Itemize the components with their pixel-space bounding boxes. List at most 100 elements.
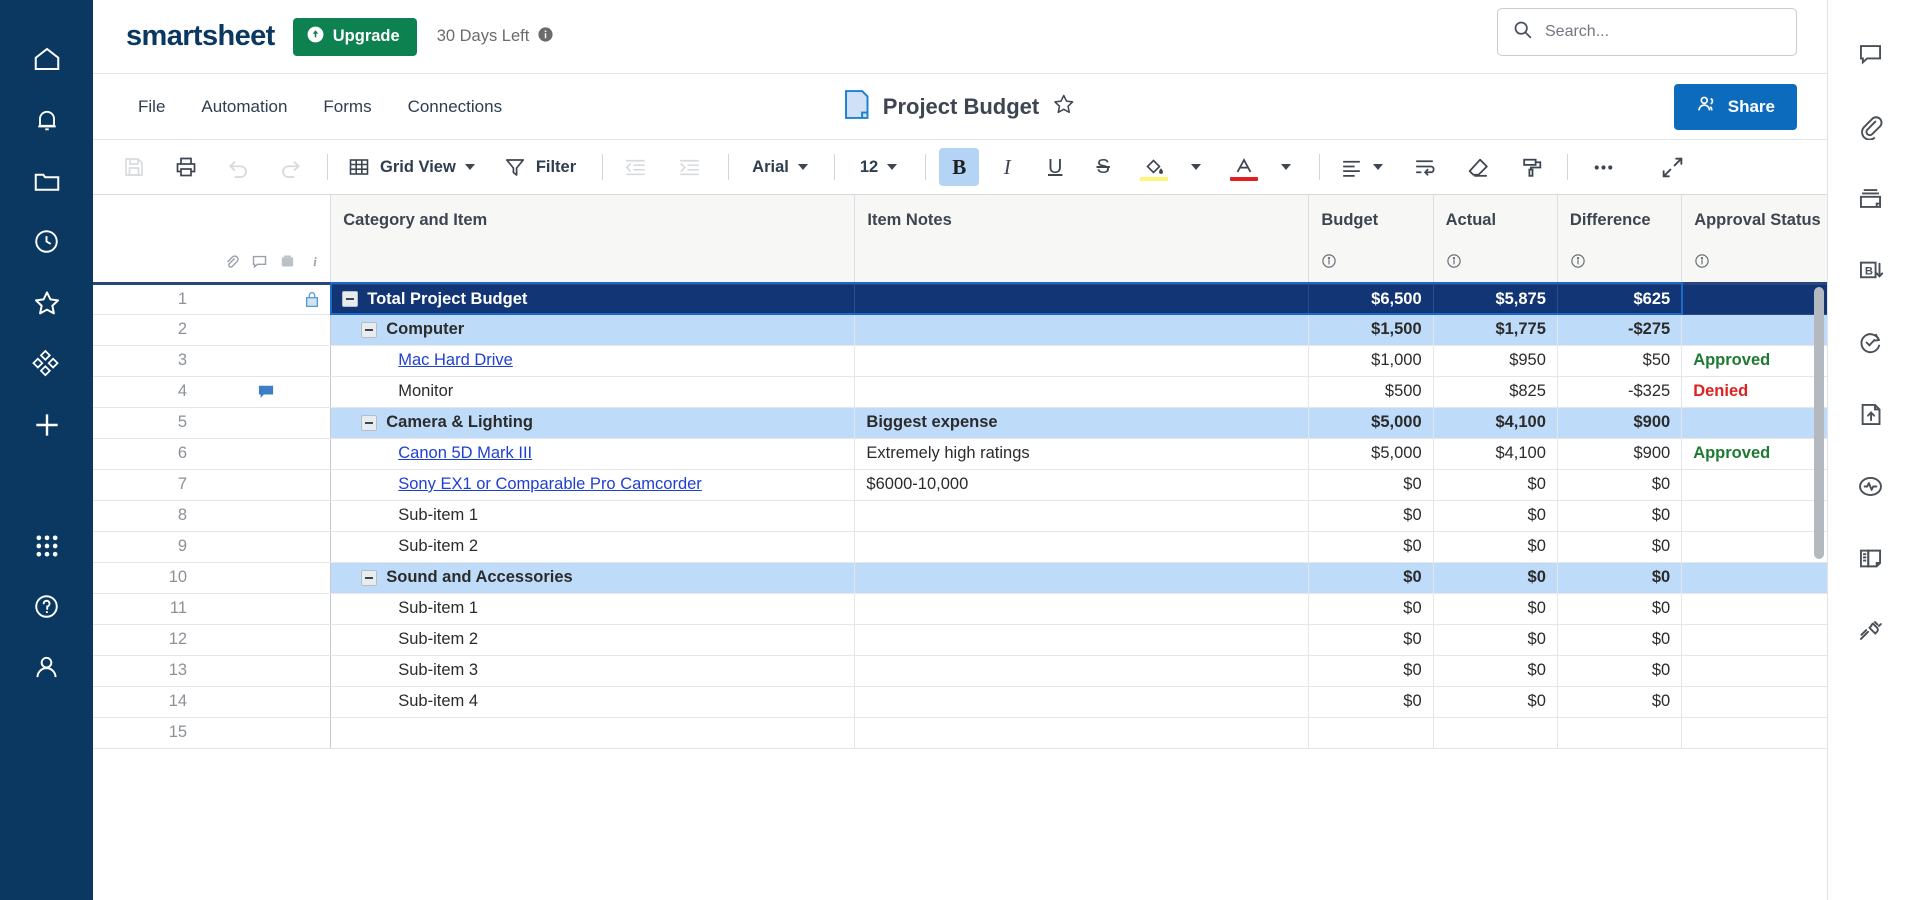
bold-button[interactable]: B — [939, 148, 979, 186]
row-number-cell[interactable]: 8 — [93, 500, 201, 531]
grid-vertical-scrollbar[interactable] — [1814, 287, 1824, 559]
collapse-toggle-icon[interactable] — [342, 291, 358, 307]
column-header-notes[interactable]: Item Notes — [855, 195, 1309, 283]
approval-status-cell[interactable] — [1682, 655, 1827, 686]
menu-item-connections[interactable]: Connections — [396, 90, 515, 124]
table-row[interactable]: 5Camera & LightingBiggest expense$5,000$… — [93, 407, 1827, 438]
approval-status-cell[interactable] — [1682, 562, 1827, 593]
budget-cell[interactable] — [1309, 717, 1433, 748]
budget-cell[interactable]: $0 — [1309, 500, 1433, 531]
notes-cell[interactable] — [855, 531, 1309, 562]
budget-cell[interactable]: $1,000 — [1309, 345, 1433, 376]
actual-cell[interactable]: $4,100 — [1433, 407, 1557, 438]
category-label[interactable]: Canon 5D Mark III — [398, 444, 532, 463]
notes-cell[interactable] — [855, 717, 1309, 748]
approval-status-cell[interactable] — [1682, 407, 1827, 438]
approval-status-cell[interactable] — [1682, 500, 1827, 531]
sidebar-item-recents[interactable] — [0, 211, 93, 272]
table-row[interactable]: 12Sub-item 2$0$0$0 — [93, 624, 1827, 655]
more-options-button[interactable] — [1581, 148, 1625, 186]
difference-cell[interactable]: $0 — [1557, 500, 1681, 531]
difference-cell[interactable]: $900 — [1557, 438, 1681, 469]
row-indicator-cell[interactable] — [201, 562, 331, 593]
notes-cell[interactable] — [855, 376, 1309, 407]
redo-button[interactable] — [271, 148, 309, 186]
search-input[interactable] — [1545, 23, 1782, 41]
panel-activity-log[interactable] — [1828, 450, 1912, 522]
approval-status-cell[interactable] — [1682, 314, 1827, 345]
actual-cell[interactable]: $5,875 — [1433, 283, 1557, 314]
proof-icon[interactable] — [279, 253, 296, 275]
budget-cell[interactable]: $5,000 — [1309, 407, 1433, 438]
sidebar-item-workapps[interactable] — [0, 333, 93, 394]
fill-color-dropdown[interactable] — [1177, 148, 1215, 186]
notes-cell[interactable] — [855, 593, 1309, 624]
text-align-button[interactable] — [1333, 148, 1389, 186]
budget-cell[interactable]: $0 — [1309, 593, 1433, 624]
comment-indicator-icon[interactable] — [201, 382, 330, 402]
row-indicator-cell[interactable] — [201, 717, 331, 748]
wrap-text-button[interactable] — [1405, 148, 1443, 186]
row-number-cell[interactable]: 14 — [93, 686, 201, 717]
row-indicator-cell[interactable] — [201, 345, 331, 376]
collapse-toggle-icon[interactable] — [361, 415, 377, 431]
row-indicator-cell[interactable] — [201, 376, 331, 407]
format-painter-button[interactable] — [1513, 148, 1551, 186]
category-cell[interactable]: Sub-item 4 — [331, 686, 855, 717]
approval-status-cell[interactable] — [1682, 717, 1827, 748]
row-number-cell[interactable]: 5 — [93, 407, 201, 438]
info-icon[interactable] — [537, 26, 554, 48]
font-size-selector[interactable]: 12 — [848, 148, 909, 186]
actual-cell[interactable]: $4,100 — [1433, 438, 1557, 469]
approval-status-cell[interactable] — [1682, 531, 1827, 562]
category-cell[interactable]: Camera & Lighting — [331, 407, 855, 438]
actual-cell[interactable]: $0 — [1433, 562, 1557, 593]
budget-cell[interactable]: $0 — [1309, 624, 1433, 655]
info-icon[interactable] — [1570, 253, 1586, 274]
text-color-dropdown[interactable] — [1267, 148, 1305, 186]
attachment-icon[interactable] — [223, 253, 240, 275]
actual-cell[interactable] — [1433, 717, 1557, 748]
difference-cell[interactable]: $0 — [1557, 562, 1681, 593]
row-indicator-cell[interactable] — [201, 624, 331, 655]
category-cell[interactable]: Mac Hard Drive — [331, 345, 855, 376]
search-box[interactable] — [1497, 8, 1797, 56]
actual-cell[interactable]: $0 — [1433, 469, 1557, 500]
panel-connections[interactable] — [1828, 594, 1912, 666]
panel-conversations[interactable] — [1828, 18, 1912, 90]
difference-cell[interactable]: $0 — [1557, 593, 1681, 624]
sidebar-item-favorites[interactable] — [0, 272, 93, 333]
font-family-selector[interactable]: Arial — [742, 148, 818, 186]
collapse-toggle-icon[interactable] — [361, 322, 377, 338]
filter-button[interactable]: Filter — [497, 148, 582, 186]
budget-cell[interactable]: $1,500 — [1309, 314, 1433, 345]
notes-cell[interactable] — [855, 655, 1309, 686]
sidebar-item-create[interactable] — [0, 394, 93, 455]
approval-status-cell[interactable]: Approved — [1682, 345, 1827, 376]
approval-status-cell[interactable] — [1682, 593, 1827, 624]
category-cell[interactable]: Sub-item 1 — [331, 500, 855, 531]
actual-cell[interactable]: $1,775 — [1433, 314, 1557, 345]
expand-fullscreen-button[interactable] — [1653, 148, 1691, 186]
table-row[interactable]: 1Total Project Budget$6,500$5,875$625 — [93, 283, 1827, 314]
row-indicator-cell[interactable] — [201, 655, 331, 686]
outdent-button[interactable] — [616, 148, 654, 186]
actual-cell[interactable]: $0 — [1433, 531, 1557, 562]
row-indicator-cell[interactable] — [201, 283, 331, 314]
approval-status-cell[interactable] — [1682, 283, 1827, 314]
table-row[interactable]: 13Sub-item 3$0$0$0 — [93, 655, 1827, 686]
difference-cell[interactable]: $0 — [1557, 624, 1681, 655]
table-row[interactable]: 3Mac Hard Drive$1,000$950$50Approved — [93, 345, 1827, 376]
save-button[interactable] — [115, 148, 153, 186]
budget-cell[interactable]: $0 — [1309, 562, 1433, 593]
italic-button[interactable]: I — [987, 148, 1027, 186]
view-selector[interactable]: Grid View — [341, 148, 481, 186]
row-number-cell[interactable]: 12 — [93, 624, 201, 655]
row-number-cell[interactable]: 10 — [93, 562, 201, 593]
difference-cell[interactable]: $625 — [1557, 283, 1681, 314]
row-number-cell[interactable]: 7 — [93, 469, 201, 500]
category-cell[interactable]: Sub-item 3 — [331, 655, 855, 686]
approval-status-cell[interactable] — [1682, 469, 1827, 500]
strikethrough-button[interactable]: S — [1083, 148, 1123, 186]
category-cell[interactable]: Sub-item 2 — [331, 531, 855, 562]
